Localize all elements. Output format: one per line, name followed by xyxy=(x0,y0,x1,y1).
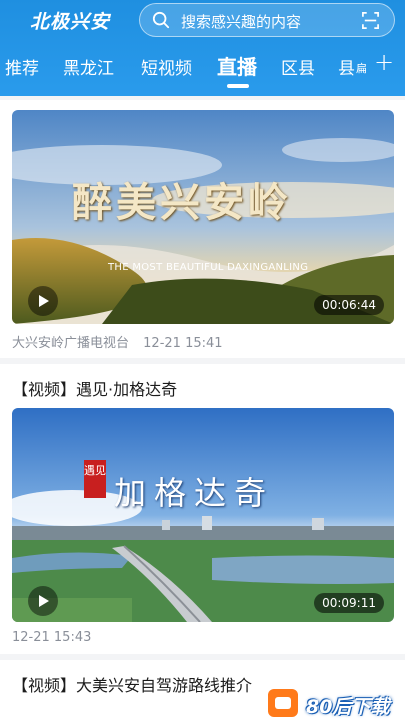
category-tabs: 推荐 黑龙江 短视频 直播 区县 县 ​扁 + xyxy=(0,48,405,92)
video-meta: 12-21 15:43 xyxy=(12,630,101,645)
video-card[interactable]: 【视频】遇见·加格达奇 遇见 加格达奇 00:09:11 12-21 15:43 xyxy=(0,364,405,654)
city-bridge-image xyxy=(12,408,394,622)
video-time: 12-21 15:41 xyxy=(143,336,223,351)
tab-county[interactable]: 县 xyxy=(338,54,355,79)
video-duration: 00:06:44 xyxy=(314,295,384,315)
cover-title: 醉美兴安岭 xyxy=(72,179,292,226)
video-source: 大兴安岭广播电视台 xyxy=(12,336,130,351)
active-tab-indicator xyxy=(227,84,249,88)
watermark-logo-icon xyxy=(268,689,298,717)
top-header: 北极兴安 搜索感兴趣的内容 推荐 黑龙江 短视频 直播 区县 县 ​扁 + xyxy=(0,0,405,96)
cover-subtitle: THE MOST BEAUTIFUL DAXINGANLING xyxy=(108,262,309,273)
tab-live[interactable]: 直播 xyxy=(217,51,257,80)
video-time: 12-21 15:43 xyxy=(12,630,92,645)
video-card[interactable]: 醉美兴安岭 THE MOST BEAUTIFUL DAXINGANLING 00… xyxy=(0,100,405,358)
cover-title: 加格达奇 xyxy=(114,474,275,512)
tab-overflow-text: ​扁 xyxy=(356,62,367,75)
search-icon xyxy=(152,11,170,29)
watermark-text: 80后下载 xyxy=(306,696,390,718)
video-thumbnail[interactable]: 醉美兴安岭 THE MOST BEAUTIFUL DAXINGANLING 00… xyxy=(12,110,394,324)
play-icon[interactable] xyxy=(28,586,58,616)
tab-heilongjiang[interactable]: 黑龙江 xyxy=(63,54,114,79)
app-logo: 北极兴安 xyxy=(30,11,111,33)
cover-seal: 遇见 xyxy=(84,460,106,498)
search-placeholder: 搜索感兴趣的内容 xyxy=(181,13,302,31)
video-thumbnail[interactable]: 遇见 加格达奇 00:09:11 xyxy=(12,408,394,622)
tab-short-video[interactable]: 短视频 xyxy=(141,54,192,79)
video-title[interactable]: 【视频】遇见·加格达奇 xyxy=(12,376,177,400)
search-bar[interactable]: 搜索感兴趣的内容 xyxy=(139,3,395,37)
video-title[interactable]: 【视频】大美兴安自驾游路线推介 xyxy=(12,672,252,696)
add-channel-button[interactable]: + xyxy=(374,48,394,76)
video-feed: 醉美兴安岭 THE MOST BEAUTIFUL DAXINGANLING 00… xyxy=(0,96,405,720)
video-meta: 大兴安岭广播电视台 12-21 15:41 xyxy=(12,332,233,351)
video-duration: 00:09:11 xyxy=(314,593,384,613)
play-icon[interactable] xyxy=(28,286,58,316)
tab-district[interactable]: 区县 xyxy=(281,54,315,79)
scan-icon[interactable] xyxy=(361,11,380,30)
tab-recommend[interactable]: 推荐 xyxy=(5,54,39,79)
site-watermark: 80后下载 xyxy=(262,686,405,720)
